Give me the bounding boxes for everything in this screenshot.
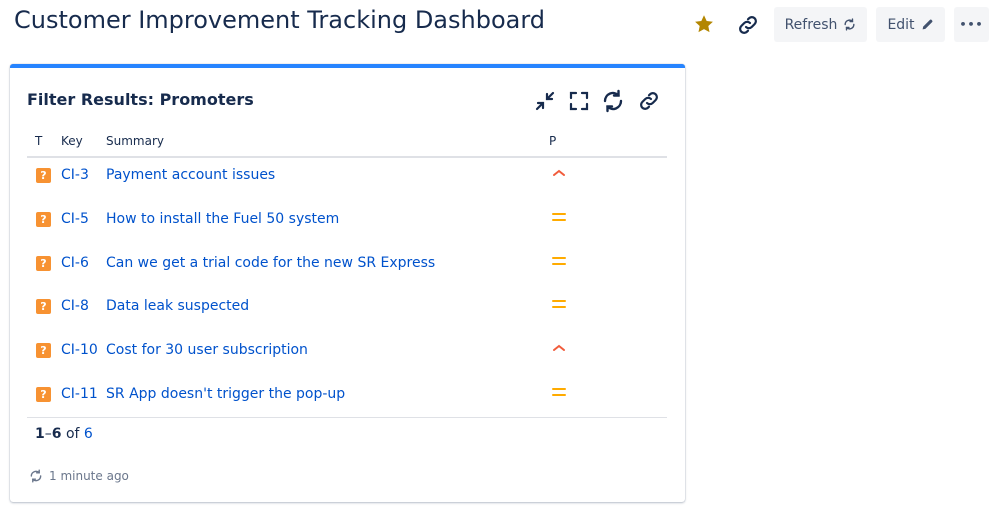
- minimize-icon[interactable]: [533, 89, 557, 113]
- pager-end: 6: [51, 426, 62, 442]
- pager-dash: –: [44, 426, 52, 442]
- link-icon[interactable]: [736, 13, 760, 37]
- issue-summary-link[interactable]: How to install the Fuel 50 system: [106, 211, 339, 227]
- column-type[interactable]: T: [35, 134, 42, 148]
- refresh-icon: [844, 18, 855, 31]
- issue-key-link[interactable]: CI-5: [61, 211, 89, 227]
- table-row: ? CI-5 How to install the Fuel 50 system: [27, 201, 667, 245]
- refresh-button-label: Refresh: [784, 16, 838, 33]
- column-priority[interactable]: P: [549, 134, 556, 148]
- issue-key-link[interactable]: CI-6: [61, 255, 89, 271]
- question-issue-icon: ?: [36, 343, 51, 359]
- pager-of: of: [65, 426, 80, 442]
- column-key[interactable]: Key: [61, 134, 83, 148]
- table-row: ? CI-10 Cost for 30 user subscription: [27, 332, 667, 376]
- table-header: T Key Summary P: [27, 134, 667, 158]
- last-updated: 1 minute ago: [29, 469, 129, 483]
- pager-total-link[interactable]: 6: [84, 426, 93, 442]
- priority-medium-icon: [552, 387, 566, 396]
- issue-summary-link[interactable]: Data leak suspected: [106, 298, 249, 314]
- table-row: ? CI-3 Payment account issues: [27, 157, 667, 201]
- table-footer-divider: [27, 417, 667, 418]
- priority-medium-icon: [552, 212, 566, 221]
- refresh-gadget-icon[interactable]: [601, 89, 625, 113]
- issue-key-link[interactable]: CI-8: [61, 298, 89, 314]
- refresh-small-icon: [30, 469, 42, 483]
- table-row: ? CI-8 Data leak suspected: [27, 288, 667, 332]
- pencil-icon: [922, 19, 933, 30]
- edit-button-label: Edit: [887, 16, 915, 33]
- gadget-link-icon[interactable]: [637, 89, 661, 113]
- question-issue-icon: ?: [36, 255, 51, 271]
- table-row: ? CI-6 Can we get a trial code for the n…: [27, 245, 667, 289]
- question-issue-icon: ?: [36, 299, 51, 315]
- more-actions-button[interactable]: •••: [954, 7, 989, 42]
- priority-medium-icon: [552, 300, 566, 309]
- issue-summary-link[interactable]: Cost for 30 user subscription: [106, 342, 308, 358]
- maximize-icon[interactable]: [567, 89, 591, 113]
- gadget-title: Filter Results: Promoters: [27, 90, 254, 109]
- priority-medium-icon: [552, 256, 566, 265]
- column-summary[interactable]: Summary: [106, 134, 164, 148]
- issue-table-body: ? CI-3 Payment account issues ? CI-5 How…: [27, 157, 667, 420]
- star-icon[interactable]: [693, 13, 715, 35]
- pagination: 1–6 of 6: [35, 426, 93, 442]
- question-issue-icon: ?: [36, 168, 51, 183]
- last-updated-text: 1 minute ago: [49, 469, 129, 483]
- page-title: Customer Improvement Tracking Dashboard: [14, 6, 546, 34]
- refresh-button[interactable]: Refresh: [774, 7, 867, 42]
- edit-button[interactable]: Edit: [876, 7, 945, 42]
- issue-key-link[interactable]: CI-11: [61, 386, 98, 402]
- issue-key-link[interactable]: CI-3: [61, 167, 89, 183]
- table-row: ? CI-11 SR App doesn't trigger the pop-u…: [27, 376, 667, 420]
- issue-summary-link[interactable]: Payment account issues: [106, 167, 275, 183]
- filter-results-gadget: Filter Results: Promoters T Key Summary …: [10, 64, 685, 502]
- more-icon: •••: [959, 18, 984, 31]
- question-issue-icon: ?: [36, 386, 51, 402]
- question-issue-icon: ?: [36, 211, 51, 227]
- issue-key-link[interactable]: CI-10: [61, 342, 98, 358]
- issue-summary-link[interactable]: Can we get a trial code for the new SR E…: [106, 255, 435, 271]
- priority-high-icon: [553, 344, 565, 352]
- priority-high-icon: [553, 169, 565, 176]
- issue-summary-link[interactable]: SR App doesn't trigger the pop-up: [106, 386, 345, 402]
- pager-start: 1: [35, 426, 45, 442]
